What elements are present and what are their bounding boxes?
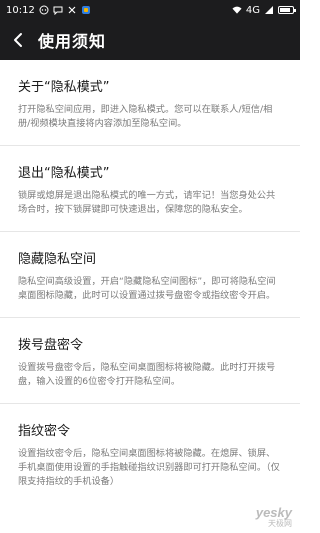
status-right: 4G	[232, 4, 296, 16]
notice-list: 关于“隐私模式” 打开隐私空间应用，即进入隐私模式。您可以在联系人/短信/相册/…	[0, 60, 300, 533]
section-fingerprint-code: 指纹密令 设置指纹密令后，隐私空间桌面图标将被隐藏。在熄屏、锁屏、手机桌面使用设…	[0, 404, 300, 503]
signal-icon	[264, 5, 274, 15]
page-title: 使用须知	[38, 32, 107, 51]
battery-icon	[278, 6, 296, 14]
section-description: 锁屏或熄屏是退出隐私模式的唯一方式，请牢记！当您身处公共场合时，按下锁屏键即可快…	[18, 190, 276, 215]
section-title: 拨号盘密令	[18, 338, 84, 353]
section-title: 隐藏隐私空间	[18, 252, 97, 267]
app-icon	[81, 5, 91, 15]
section-title: 关于“隐私模式”	[18, 80, 110, 95]
section-hide-private-space: 隐藏隐私空间 隐私空间高级设置，开启“隐藏隐私空间图标”，即可将隐私空间桌面图标…	[0, 232, 300, 318]
title-bar: 使用须知	[0, 20, 300, 60]
section-dialer-code: 拨号盘密令 设置拨号盘密令后，隐私空间桌面图标将被隐藏。此时打开拨号盘，输入设置…	[0, 318, 300, 404]
section-title: 退出“隐私模式”	[18, 166, 110, 181]
watermark: yesky 天极网	[256, 506, 292, 529]
status-left: 10:12	[6, 5, 91, 16]
no-signal-icon	[67, 5, 77, 15]
wechat-icon	[39, 5, 49, 15]
screen: 10:12 4G 使用须知 关于“隐私模式” 打开隐私空间应用，即进入隐私模式。…	[0, 0, 300, 533]
wifi-icon	[232, 5, 242, 15]
section-description: 设置拨号盘密令后，隐私空间桌面图标将被隐藏。此时打开拨号盘，输入设置的6位密令打…	[18, 362, 276, 387]
section-privacy-mode: 关于“隐私模式” 打开隐私空间应用，即进入隐私模式。您可以在联系人/短信/相册/…	[0, 60, 300, 146]
status-bar: 10:12 4G	[0, 0, 300, 20]
section-exit-privacy-mode: 退出“隐私模式” 锁屏或熄屏是退出隐私模式的唯一方式，请牢记！当您身处公共场合时…	[0, 146, 300, 232]
section-description: 打开隐私空间应用，即进入隐私模式。您可以在联系人/短信/相册/视频模块直接将内容…	[18, 104, 273, 129]
message-icon	[53, 5, 63, 15]
section-description: 隐私空间高级设置，开启“隐藏隐私空间图标”，即可将隐私空间桌面图标隐藏，此时可以…	[18, 276, 276, 301]
network-type: 4G	[245, 4, 260, 16]
back-button[interactable]	[0, 20, 36, 60]
section-title: 指纹密令	[18, 424, 71, 439]
section-description: 设置指纹密令后，隐私空间桌面图标将被隐藏。在熄屏、锁屏、手机桌面使用设置的手指触…	[18, 448, 280, 487]
back-arrow-icon	[14, 33, 22, 47]
status-time: 10:12	[6, 4, 35, 16]
